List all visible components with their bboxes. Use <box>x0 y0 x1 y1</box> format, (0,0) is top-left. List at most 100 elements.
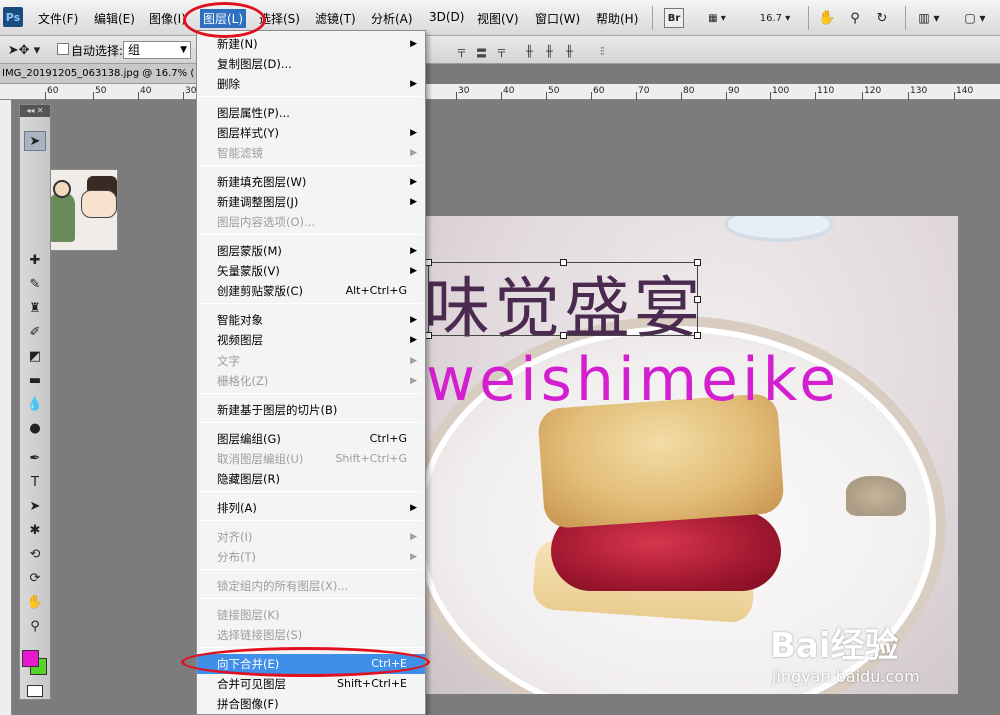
menu-item-shortcut: Shift+Ctrl+G <box>335 452 407 465</box>
distribute-hcenter-icon[interactable]: ╫ <box>546 45 553 58</box>
menu-view[interactable]: 视图(V) <box>477 10 519 27</box>
3d-rotate-icon[interactable]: ⟲ <box>24 545 46 565</box>
document-tab[interactable]: IMG_20191205_063138.jpg @ 16.7% ( <box>0 64 200 84</box>
clone-stamp-icon[interactable]: ♜ <box>24 299 46 319</box>
brush-icon[interactable]: ✎ <box>24 275 46 295</box>
menu-layer[interactable]: 图层(L) <box>200 9 247 28</box>
view-extras-icon[interactable]: ▦ ▾ <box>700 8 734 28</box>
layer-menu-item: 链接图层(K) <box>197 605 425 625</box>
gradient-icon[interactable]: ▬ <box>24 371 46 391</box>
submenu-arrow-icon: ▶ <box>410 532 417 542</box>
menu-item-label: 图层样式(Y) <box>217 126 279 140</box>
menu-edit[interactable]: 编辑(E) <box>94 10 135 27</box>
history-brush-icon[interactable]: ✐ <box>24 323 46 343</box>
thumbnail-figure <box>49 192 75 242</box>
ruler-tick <box>93 92 94 100</box>
menu-item-label: 图层蒙版(M) <box>217 244 282 258</box>
layer-menu-item[interactable]: 创建剪贴蒙版(C) Alt+Ctrl+G <box>197 281 425 301</box>
menu-item-label: 新建基于图层的切片(B) <box>217 403 338 417</box>
ruler-tick <box>862 92 863 100</box>
ruler-label: 120 <box>864 86 882 96</box>
3d-orbit-icon[interactable]: ⟳ <box>24 569 46 589</box>
submenu-arrow-icon: ▶ <box>410 148 417 158</box>
menu-3d[interactable]: 3D(D) <box>429 10 464 24</box>
shape-icon[interactable]: ✱ <box>24 521 46 541</box>
layer-menu-item[interactable]: 矢量蒙版(V) ▶ <box>197 261 425 281</box>
layer-menu-item[interactable]: 新建基于图层的切片(B) <box>197 400 425 420</box>
menu-help[interactable]: 帮助(H) <box>596 10 638 27</box>
zoom-level-select[interactable]: 16.7 ▾ <box>752 8 798 28</box>
menu-item-label: 向下合并(E) <box>217 657 280 671</box>
layer-menu-item[interactable]: 新建填充图层(W) ▶ <box>197 172 425 192</box>
ruler-tick <box>45 92 46 100</box>
foreground-color-swatch[interactable] <box>22 650 39 667</box>
ruler-label: 60 <box>47 86 59 96</box>
layer-menu-item[interactable]: 图层编组(G) Ctrl+G <box>197 429 425 449</box>
menu-separator <box>199 569 423 570</box>
layer-menu-item: 栅格化(Z) ▶ <box>197 371 425 391</box>
blur-icon[interactable]: 💧 <box>24 395 46 415</box>
menu-window[interactable]: 窗口(W) <box>535 10 580 27</box>
type-icon[interactable]: T <box>24 473 46 493</box>
pen-icon[interactable]: ✒ <box>24 449 46 469</box>
layer-menu-item[interactable]: 智能对象 ▶ <box>197 310 425 330</box>
layer-menu-item: 分布(T) ▶ <box>197 547 425 567</box>
hand-icon[interactable]: ✋ <box>818 8 836 28</box>
menu-separator <box>199 96 423 97</box>
eraser-icon[interactable]: ◩ <box>24 347 46 367</box>
rotate-view-icon[interactable]: ↻ <box>873 8 891 28</box>
auto-align-icon[interactable]: ⫶⫶ <box>600 45 604 59</box>
dodge-icon[interactable]: ● <box>24 419 46 439</box>
bridge-button[interactable]: Br <box>664 8 684 28</box>
align-bottom-icon[interactable]: 〒 <box>496 45 507 61</box>
zoom-icon[interactable]: ⚲ <box>846 8 864 28</box>
layer-menu-item[interactable]: 视频图层 ▶ <box>197 330 425 350</box>
menu-analysis[interactable]: 分析(A) <box>371 10 413 27</box>
distribute-left-icon[interactable]: ╫ <box>526 45 533 58</box>
arrange-documents-icon[interactable]: ▥ ▾ <box>914 8 944 28</box>
menu-bar: Ps 文件(F) 编辑(E) 图像(I) 图层(L) 选择(S) 滤镜(T) 分… <box>0 0 1000 36</box>
zoom-icon[interactable]: ⚲ <box>24 617 46 637</box>
submenu-arrow-icon: ▶ <box>410 79 417 89</box>
screen-mode-icon[interactable]: ▢ ▾ <box>960 8 990 28</box>
layer-menu-item[interactable]: 排列(A) ▶ <box>197 498 425 518</box>
layer-menu-item[interactable]: 向下合并(E) Ctrl+E <box>197 654 425 674</box>
layer-menu-item[interactable]: 图层属性(P)... <box>197 103 425 123</box>
layer-menu-item: 取消图层编组(U) Shift+Ctrl+G <box>197 449 425 469</box>
align-top-icon[interactable]: 〒 <box>456 45 467 61</box>
menu-item-label: 锁定组内的所有图层(X)... <box>217 579 349 593</box>
title-text-layer[interactable]: 味觉盛宴 <box>424 255 704 351</box>
layer-menu-item[interactable]: 删除 ▶ <box>197 74 425 94</box>
path-select-icon[interactable]: ➤ <box>24 497 46 517</box>
ruler-label: 70 <box>638 86 650 96</box>
layer-menu-item[interactable]: 新建调整图层(J) ▶ <box>197 192 425 212</box>
menu-image[interactable]: 图像(I) <box>149 10 186 27</box>
quick-mask-icon[interactable] <box>27 685 43 697</box>
menu-file[interactable]: 文件(F) <box>38 10 78 27</box>
align-vcenter-icon[interactable]: 〓 <box>476 45 487 61</box>
layer-menu-item[interactable]: 图层样式(Y) ▶ <box>197 123 425 143</box>
distribute-right-icon[interactable]: ╫ <box>566 45 573 58</box>
menu-filter[interactable]: 滤镜(T) <box>315 10 356 27</box>
ruler-tick <box>954 92 955 100</box>
move-icon[interactable]: ➤ <box>24 131 46 151</box>
hand-icon[interactable]: ✋ <box>24 593 46 613</box>
layer-menu-item[interactable]: 隐藏图层(R) <box>197 469 425 489</box>
auto-select-checkbox[interactable] <box>57 43 69 55</box>
auto-select-dropdown[interactable]: 组 ▼ <box>123 41 191 59</box>
layer-menu-item[interactable]: 合并可见图层 Shift+Ctrl+E <box>197 674 425 694</box>
menu-separator <box>199 491 423 492</box>
healing-brush-icon[interactable]: ✚ <box>24 251 46 271</box>
menu-select[interactable]: 选择(S) <box>259 10 300 27</box>
menu-separator <box>652 6 653 30</box>
layer-menu-item[interactable]: 图层蒙版(M) ▶ <box>197 241 425 261</box>
ruler-label: 50 <box>548 86 560 96</box>
subtitle-text-layer[interactable]: weishimeike <box>426 345 840 415</box>
move-tool-preset-icon[interactable]: ➤✥ ▾ <box>6 40 42 60</box>
layer-menu-item[interactable]: 拼合图像(F) <box>197 694 425 714</box>
layer-menu-item[interactable]: 新建(N) ▶ <box>197 34 425 54</box>
layer-menu-item: 锁定组内的所有图层(X)... <box>197 576 425 596</box>
layer-menu-item[interactable]: 复制图层(D)... <box>197 54 425 74</box>
toolbox-collapse-icon[interactable]: ◂◂ ✕ <box>20 105 50 117</box>
layer-thumbnail-image <box>40 169 118 251</box>
